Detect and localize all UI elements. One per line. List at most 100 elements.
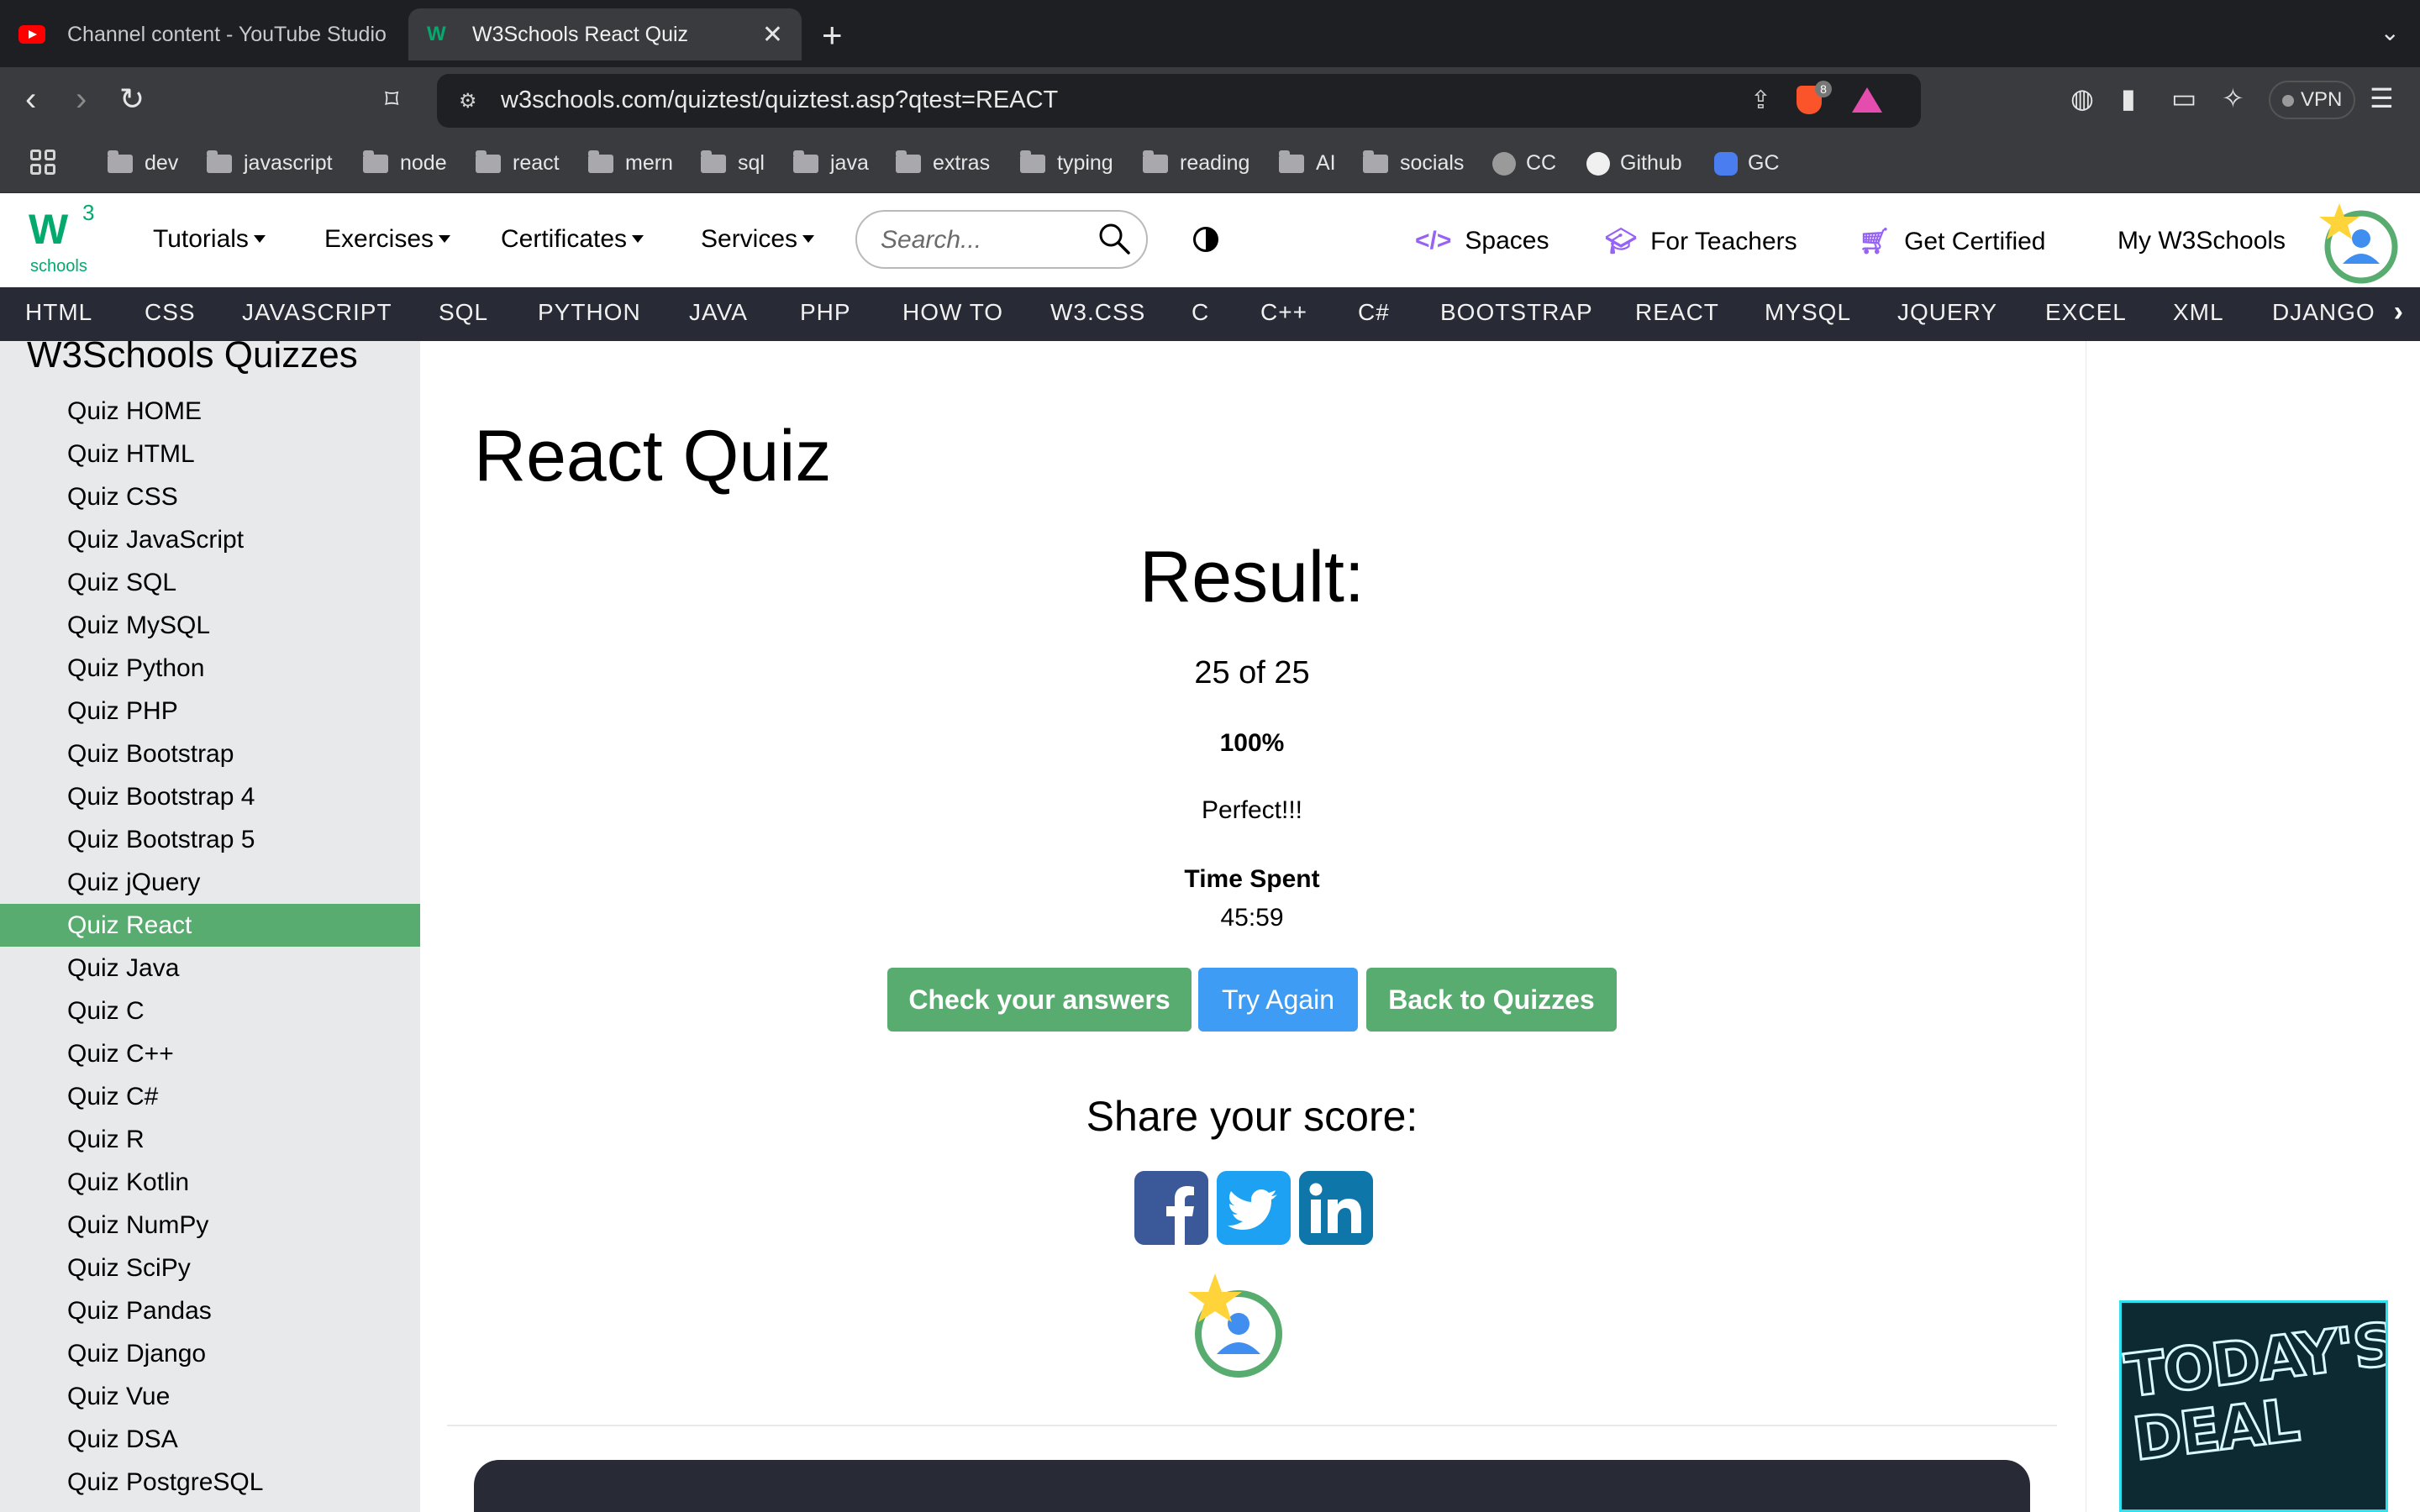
chevron-right-icon[interactable]: › (2394, 296, 2403, 328)
sidebar-item-quiz-scipy[interactable]: Quiz SciPy (0, 1247, 420, 1289)
sidebar-item-quiz-mysql[interactable]: Quiz MySQL (0, 604, 420, 647)
my-w3schools-link[interactable]: My W3Schools (2118, 227, 2286, 255)
twitter-icon[interactable] (1217, 1171, 1291, 1245)
share-icon[interactable]: ⇪ (1750, 86, 1771, 115)
sidebar-item-quiz-cpp[interactable]: Quiz C++ (0, 1032, 420, 1075)
sidebar-item-quiz-bootstrap-4[interactable]: Quiz Bootstrap 4 (0, 775, 420, 818)
spaces-link[interactable]: </> Spaces (1415, 227, 1549, 255)
bookmark-folder[interactable]: reading (1143, 150, 1249, 176)
get-certified-link[interactable]: 🛒︎ Get Certified (1859, 227, 2046, 256)
sidebar-item-quiz-csharp[interactable]: Quiz C# (0, 1075, 420, 1118)
try-again-button[interactable]: Try Again (1198, 968, 1358, 1032)
ai-sparkle-icon[interactable]: ✧ (2222, 82, 2244, 114)
sidebar-item-quiz-pandas[interactable]: Quiz Pandas (0, 1289, 420, 1332)
sidebar-item-quiz-javascript[interactable]: Quiz JavaScript (0, 518, 420, 561)
w3schools-logo[interactable]: W 3 schools (29, 200, 113, 281)
sidebar-toggle-icon[interactable]: ▮ (2121, 82, 2136, 114)
topic-react[interactable]: REACT (1635, 299, 1719, 326)
bookmark-folder[interactable]: AI (1279, 150, 1336, 176)
sidebar-item-quiz-c[interactable]: Quiz C (0, 990, 420, 1032)
topic-excel[interactable]: EXCEL (2045, 299, 2127, 326)
bookmark-folder[interactable]: node (363, 150, 447, 176)
sidebar-item-quiz-vue[interactable]: Quiz Vue (0, 1375, 420, 1418)
search-input[interactable] (881, 225, 1074, 255)
nav-services[interactable]: Services (701, 225, 815, 254)
topic-mysql[interactable]: MYSQL (1765, 299, 1851, 326)
topic-xml[interactable]: XML (2173, 299, 2224, 326)
sidebar-item-quiz-react[interactable]: Quiz React (0, 904, 420, 947)
bookmark-folder[interactable]: extras (896, 150, 990, 176)
brave-rewards-icon[interactable] (1852, 87, 1882, 113)
sidebar-item-quiz-home[interactable]: Quiz HOME (0, 390, 420, 433)
wallet-icon[interactable]: ▭ (2171, 82, 2196, 114)
topic-w3css[interactable]: W3.CSS (1050, 299, 1145, 326)
nav-exercises[interactable]: Exercises (324, 225, 451, 254)
apps-grid-icon[interactable] (30, 150, 55, 175)
topic-html[interactable]: HTML (25, 299, 92, 326)
topic-django[interactable]: DJANGO (2272, 299, 2375, 326)
address-bar[interactable]: ⚙ w3schools.com/quiztest/quiztest.asp?qt… (437, 74, 1921, 128)
tab-w3schools-react-quiz[interactable]: W W3Schools React Quiz ✕ (408, 8, 802, 60)
bookmark-link[interactable]: CC (1492, 151, 1556, 176)
bookmark-link[interactable]: Github (1586, 151, 1682, 176)
sidebar-item-quiz-css[interactable]: Quiz CSS (0, 475, 420, 518)
sidebar-item-quiz-bootstrap-5[interactable]: Quiz Bootstrap 5 (0, 818, 420, 861)
nav-tutorials[interactable]: Tutorials (153, 225, 266, 254)
bookmark-folder[interactable]: sql (701, 150, 765, 176)
sidebar-item-quiz-dsa[interactable]: Quiz DSA (0, 1418, 420, 1461)
bookmark-folder[interactable]: dev (108, 150, 178, 176)
dark-mode-toggle-icon[interactable] (1193, 227, 1218, 252)
close-icon[interactable]: ✕ (762, 20, 783, 50)
sidebar-item-quiz-django[interactable]: Quiz Django (0, 1332, 420, 1375)
topic-php[interactable]: PHP (800, 299, 851, 326)
site-settings-icon[interactable]: ⚙ (459, 89, 477, 113)
topic-jquery[interactable]: JQUERY (1897, 299, 1997, 326)
back-arrow-icon[interactable]: ‹ (25, 82, 36, 116)
topic-c[interactable]: C (1192, 299, 1209, 326)
sidebar-item-quiz-numpy[interactable]: Quiz NumPy (0, 1204, 420, 1247)
bookmark-folder[interactable]: socials (1363, 150, 1464, 176)
bookmark-link[interactable]: GC (1714, 151, 1780, 176)
search-icon[interactable] (1097, 222, 1131, 255)
bookmark-icon[interactable]: ⌑ (385, 82, 398, 116)
back-to-quizzes-button[interactable]: Back to Quizzes (1366, 968, 1617, 1032)
tab-youtube-studio[interactable]: Channel content - YouTube Studio (18, 8, 388, 60)
topic-java[interactable]: JAVA (689, 299, 748, 326)
bookmark-folder[interactable]: javascript (207, 150, 333, 176)
chevron-down-icon[interactable]: ⌄ (2381, 18, 2400, 46)
vpn-button[interactable]: VPN (2269, 81, 2356, 119)
bookmark-folder[interactable]: react (476, 150, 560, 176)
sidebar-item-quiz-kotlin[interactable]: Quiz Kotlin (0, 1161, 420, 1204)
forward-arrow-icon[interactable]: › (76, 82, 87, 116)
topic-bootstrap[interactable]: BOOTSTRAP (1440, 299, 1593, 326)
topic-sql[interactable]: SQL (439, 299, 488, 326)
bookmark-folder[interactable]: mern (588, 150, 673, 176)
leo-icon[interactable]: ◍ (2070, 82, 2094, 114)
facebook-icon[interactable] (1134, 1171, 1208, 1245)
sidebar-item-quiz-postgresql[interactable]: Quiz PostgreSQL (0, 1461, 420, 1504)
topic-cpp[interactable]: C++ (1260, 299, 1307, 326)
topic-csharp[interactable]: C# (1358, 299, 1390, 326)
sidebar-item-quiz-html[interactable]: Quiz HTML (0, 433, 420, 475)
bookmark-folder[interactable]: typing (1020, 150, 1113, 176)
sidebar-item-quiz-sql[interactable]: Quiz SQL (0, 561, 420, 604)
sidebar-item-quiz-python[interactable]: Quiz Python (0, 647, 420, 690)
for-teachers-link[interactable]: 🎓︎ For Teachers (1605, 227, 1797, 256)
user-avatar-icon[interactable] (2317, 202, 2398, 286)
sidebar-item-quiz-jquery[interactable]: Quiz jQuery (0, 861, 420, 904)
sidebar-item-quiz-r[interactable]: Quiz R (0, 1118, 420, 1161)
topic-how-to[interactable]: HOW TO (902, 299, 1003, 326)
sidebar-item-quiz-php[interactable]: Quiz PHP (0, 690, 420, 732)
topic-javascript[interactable]: JAVASCRIPT (242, 299, 392, 326)
reload-icon[interactable]: ↻ (119, 82, 145, 116)
bookmark-folder[interactable]: java (793, 150, 869, 176)
url-text[interactable]: w3schools.com/quiztest/quiztest.asp?qtes… (501, 87, 1058, 114)
topic-css[interactable]: CSS (145, 299, 196, 326)
linkedin-icon[interactable] (1299, 1171, 1373, 1245)
sidebar-item-quiz-bootstrap[interactable]: Quiz Bootstrap (0, 732, 420, 775)
nav-certificates[interactable]: Certificates (501, 225, 644, 254)
new-tab-button[interactable]: + (822, 15, 843, 55)
menu-icon[interactable]: ☰ (2370, 82, 2394, 114)
todays-deal-ad[interactable]: TODAY'S DEAL (2119, 1300, 2388, 1512)
check-answers-button[interactable]: Check your answers (887, 968, 1192, 1032)
